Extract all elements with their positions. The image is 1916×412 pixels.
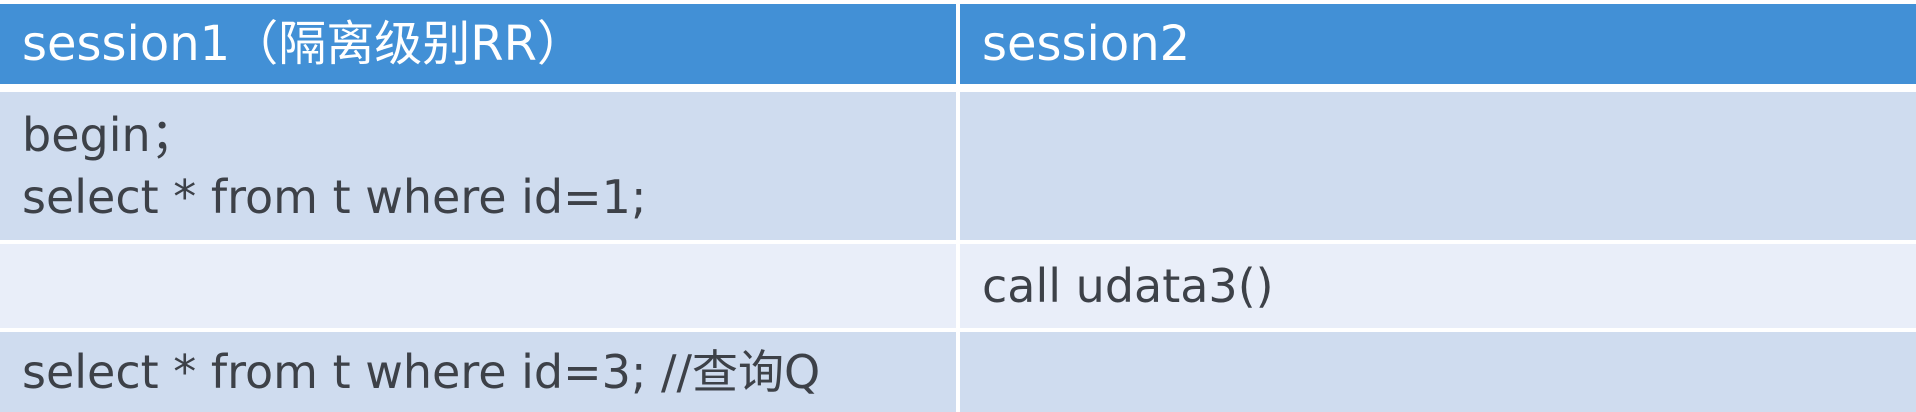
row2-session2-cell: call udata3() xyxy=(960,244,1916,328)
row1-session2-cell xyxy=(960,92,1916,240)
table-row: call udata3() xyxy=(0,244,1916,328)
table-row: begin； select * from t where id=1; xyxy=(0,92,1916,240)
table-header-row: session1（隔离级别RR） session2 xyxy=(0,4,1916,84)
header-session2-label: session2 xyxy=(982,16,1191,72)
header-cell-session2: session2 xyxy=(960,4,1916,84)
row2-session2-text: call udata3() xyxy=(982,259,1274,313)
header-session1-label: session1（隔离级别RR） xyxy=(22,16,585,72)
row2-session1-cell xyxy=(0,244,960,328)
session-table: session1（隔离级别RR） session2 begin； select … xyxy=(0,4,1916,412)
header-cell-session1: session1（隔离级别RR） xyxy=(0,4,960,84)
row3-session1-text: select * from t where id=3; //查询Q xyxy=(22,345,821,399)
row1-session1-line1: begin； xyxy=(22,108,197,162)
row3-session2-cell xyxy=(960,332,1916,412)
table-row: select * from t where id=3; //查询Q xyxy=(0,332,1916,412)
row3-session1-cell: select * from t where id=3; //查询Q xyxy=(0,332,960,412)
row1-session1-cell: begin； select * from t where id=1; xyxy=(0,92,960,240)
row1-session1-line2: select * from t where id=1; xyxy=(22,170,647,224)
